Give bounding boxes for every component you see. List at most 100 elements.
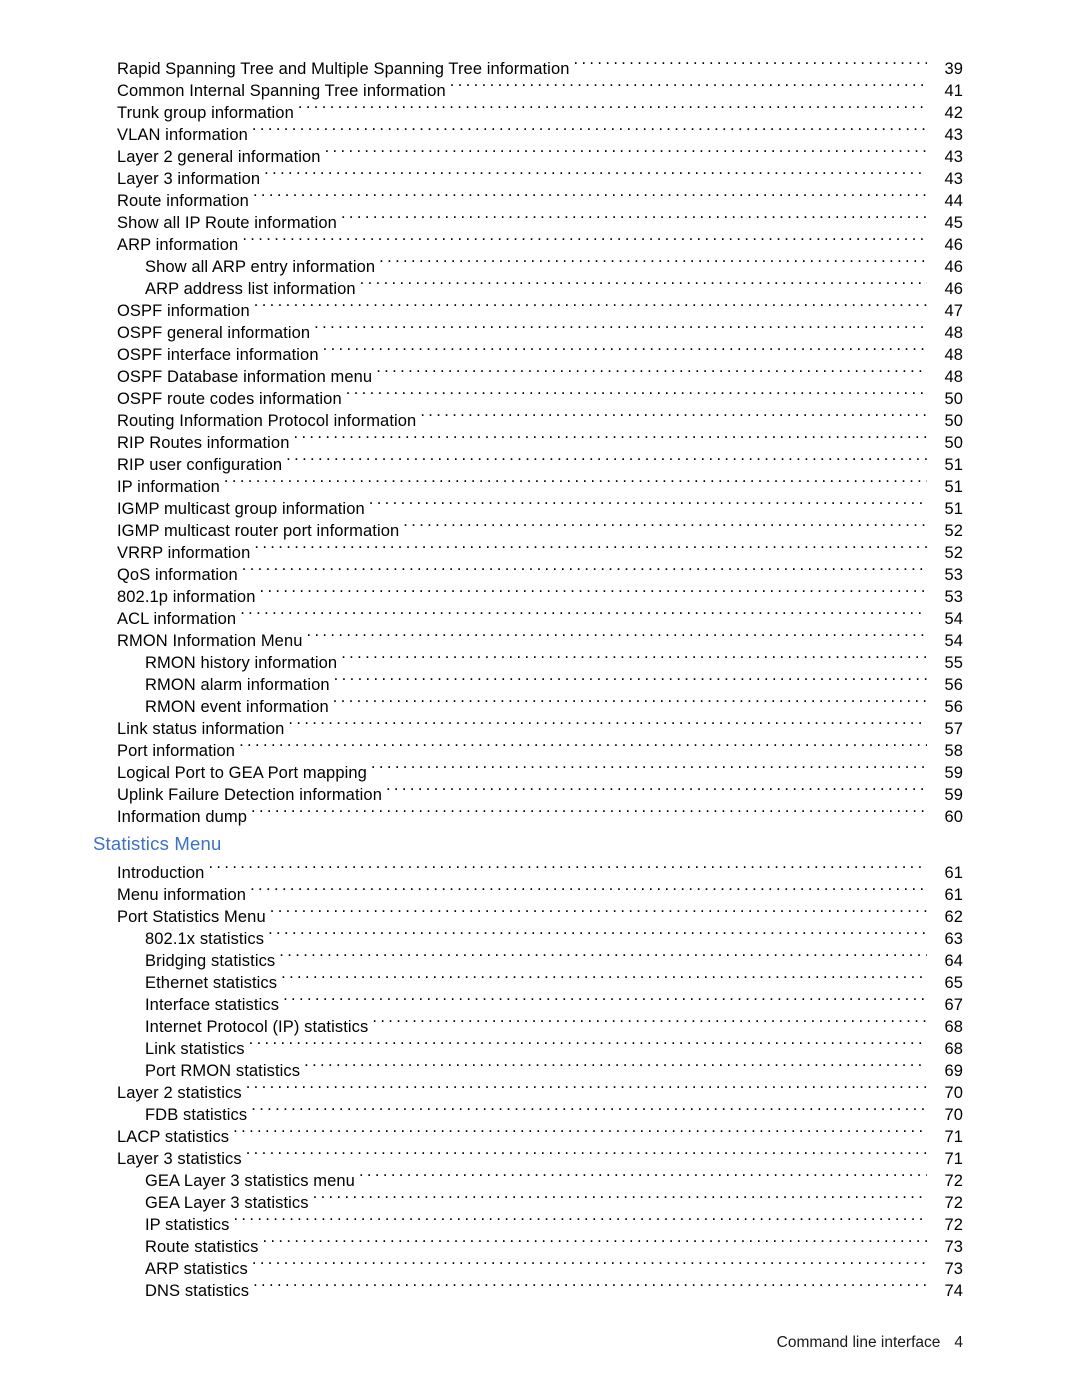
toc-leader-dots [251, 1098, 927, 1120]
toc-entry[interactable]: Port RMON statistics69 [145, 1054, 963, 1080]
toc-entry[interactable]: GEA Layer 3 statistics menu72 [145, 1164, 963, 1190]
toc-entry-page-number: 46 [944, 236, 963, 254]
toc-entry[interactable]: LACP statistics 71 [117, 1120, 963, 1146]
toc-entry[interactable]: Route statistics 73 [145, 1230, 963, 1256]
toc-entry-title: Link statistics [145, 1040, 245, 1058]
toc-entry-page-number: 43 [944, 170, 963, 188]
toc-entry-page-number: 46 [944, 258, 963, 276]
toc-entry-page-number: 68 [944, 1018, 963, 1036]
toc-entry-page-number: 51 [944, 478, 963, 496]
toc-entry-page-number: 39 [944, 60, 963, 78]
toc-leader-dots [253, 1274, 927, 1296]
toc-entry[interactable]: 802.1p information 53 [117, 580, 963, 606]
toc-entry[interactable]: IP information 51 [117, 470, 963, 496]
toc-entry[interactable]: ACL information 54 [117, 602, 963, 628]
toc-entry[interactable]: ARP information 46 [117, 228, 963, 254]
toc-entry[interactable]: Rapid Spanning Tree and Multiple Spannin… [117, 52, 963, 78]
toc-entry-title: Interface statistics [145, 996, 280, 1014]
toc-entry-title: IP information [117, 478, 220, 496]
toc-entry-title: Layer 2 statistics [117, 1084, 242, 1102]
toc-entry-page-number: 51 [944, 456, 963, 474]
toc-entry-page-number: 46 [944, 280, 963, 298]
toc-entry[interactable]: Show all ARP entry information 46 [145, 250, 963, 276]
toc-leader-dots [259, 580, 927, 602]
toc-entry-page-number: 53 [944, 588, 963, 606]
toc-leader-dots [208, 856, 927, 878]
toc-entry-page-number: 42 [944, 104, 963, 122]
toc-entry-title: VLAN information [117, 126, 248, 144]
toc-leader-dots [233, 1208, 927, 1230]
toc-entry[interactable]: Introduction 61 [117, 856, 963, 882]
toc-entry[interactable]: FDB statistics70 [145, 1098, 963, 1124]
toc-entry-title: 802.1x statistics [145, 930, 265, 948]
toc-entry-page-number: 67 [944, 996, 963, 1014]
toc-leader-dots [298, 96, 927, 118]
toc-entry-title: Route information [117, 192, 249, 210]
toc-entry-page-number: 64 [944, 952, 963, 970]
toc-entry-page-number: 51 [944, 500, 963, 518]
toc-entry-page-number: 74 [944, 1282, 963, 1300]
toc-leader-dots [254, 536, 927, 558]
toc-entry-page-number: 58 [944, 742, 963, 760]
toc-leader-dots [239, 734, 927, 756]
toc-entry-title: ACL information [117, 610, 237, 628]
toc-leader-dots [224, 470, 927, 492]
toc-entry-page-number: 71 [944, 1150, 963, 1168]
toc-entry[interactable]: Port information 58 [117, 734, 963, 760]
toc-entry[interactable]: QoS information 53 [117, 558, 963, 584]
toc-entry-page-number: 65 [944, 974, 963, 992]
toc-entry-title: QoS information [117, 566, 238, 584]
toc-entry-page-number: 44 [944, 192, 963, 210]
toc-entry-page-number: 59 [944, 786, 963, 804]
toc-entry-page-number: 56 [944, 676, 963, 694]
toc-entry[interactable]: DNS statistics 74 [145, 1274, 963, 1300]
toc-entry-page-number: 48 [944, 346, 963, 364]
toc-entry-title: DNS statistics [145, 1282, 250, 1300]
toc-entry-page-number: 70 [944, 1106, 963, 1124]
toc-entry-title: RIP Routes information [117, 434, 290, 452]
toc-entry[interactable]: RMON Information Menu 54 [117, 624, 963, 650]
toc-entry-title: Layer 3 information [117, 170, 261, 188]
toc-leader-dots [242, 228, 927, 250]
toc-entry[interactable]: ARP statistics 73 [145, 1252, 963, 1278]
toc-entry[interactable]: Link statistics 68 [145, 1032, 963, 1058]
toc-leader-dots [288, 712, 927, 734]
toc-leader-dots [333, 690, 927, 712]
toc-entry[interactable]: Menu information 61 [117, 878, 963, 904]
toc-leader-dots [246, 1142, 927, 1164]
toc-entry-page-number: 52 [944, 544, 963, 562]
toc-entry[interactable]: IP statistics 72 [145, 1208, 963, 1234]
toc-entry-page-number: 72 [944, 1172, 963, 1190]
toc-entry-title: ARP information [117, 236, 239, 254]
toc-section-heading[interactable]: Statistics Menu [93, 833, 963, 855]
toc-entry-title: ARP statistics [145, 1260, 248, 1278]
toc-entry[interactable]: Logical Port to GEA Port mapping 59 [117, 756, 963, 782]
toc-leader-dots [359, 1164, 927, 1186]
toc-entry-page-number: 72 [944, 1194, 963, 1212]
toc-entry[interactable]: Layer 3 statistics 71 [117, 1142, 963, 1168]
toc-leader-dots [246, 1076, 927, 1098]
toc-entry-page-number: 71 [944, 1128, 963, 1146]
toc-leader-dots [264, 162, 927, 184]
toc-entry-page-number: 41 [944, 82, 963, 100]
toc-entry-title: Logical Port to GEA Port mapping [117, 764, 367, 782]
toc-leader-dots [242, 558, 927, 580]
toc-leader-dots [279, 944, 927, 966]
toc-entry-page-number: 55 [944, 654, 963, 672]
toc-entry-title: OSPF Database information menu [117, 368, 373, 386]
toc-entry-title: LACP statistics [117, 1128, 230, 1146]
footer-page-number: 4 [954, 1334, 963, 1351]
toc-entry[interactable]: IGMP multicast group information 51 [117, 492, 963, 518]
toc-leader-dots [346, 382, 927, 404]
toc-leader-dots [313, 1186, 927, 1208]
toc-entry-title: Bridging statistics [145, 952, 276, 970]
toc-leader-dots [369, 492, 927, 514]
toc-entry-page-number: 73 [944, 1260, 963, 1278]
toc-entry-title: VRRP information [117, 544, 251, 562]
toc-entry-title: Show all ARP entry information [145, 258, 376, 276]
toc-entry-page-number: 43 [944, 126, 963, 144]
toc-entry-page-number: 47 [944, 302, 963, 320]
toc-entry-page-number: 54 [944, 632, 963, 650]
toc-entry-page-number: 54 [944, 610, 963, 628]
toc-entry[interactable]: 802.1x statistics 63 [145, 922, 963, 948]
